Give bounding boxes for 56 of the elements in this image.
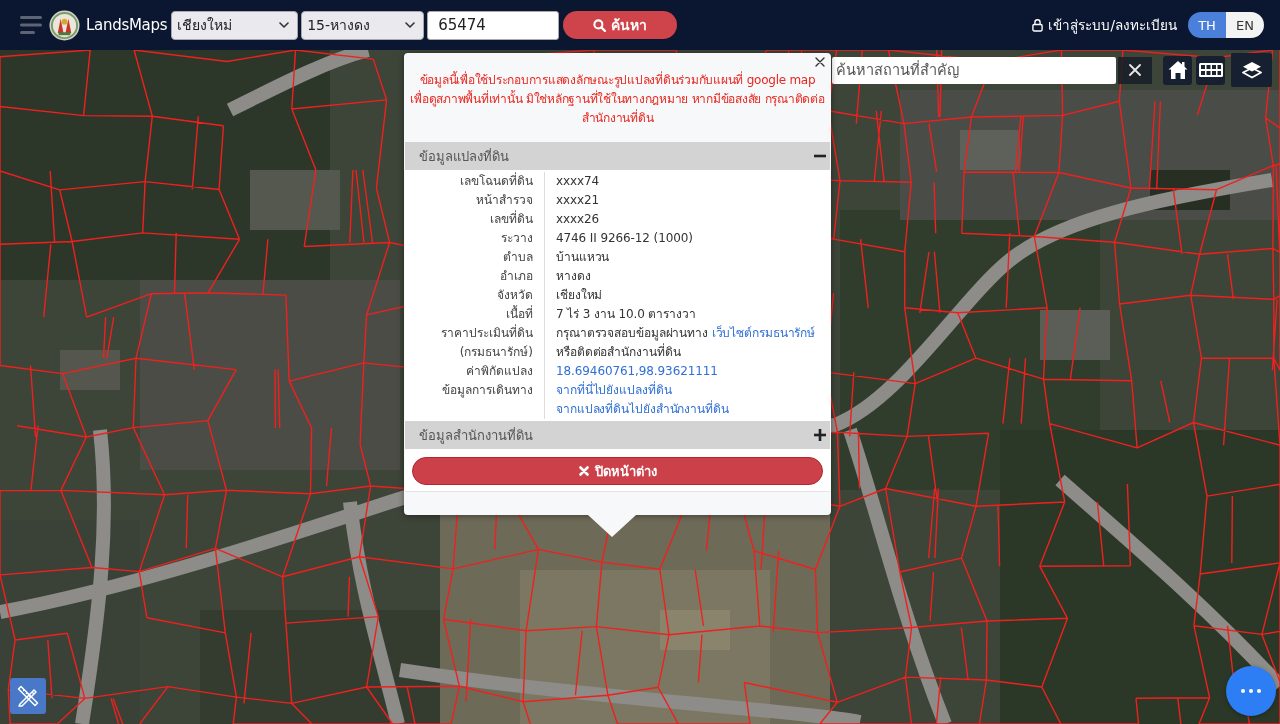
parcel-number-field[interactable]: 65474: [427, 10, 560, 40]
field-label: อำเภอ: [500, 269, 533, 283]
more-icon: [1241, 689, 1261, 693]
field-value: หางดง: [556, 268, 591, 285]
field-value: 4746 II 9266-12 (1000): [556, 230, 693, 247]
close-icon: [578, 466, 589, 476]
emblem-icon: [49, 9, 80, 41]
close-window-button[interactable]: ปิดหน้าต่าง: [412, 457, 823, 485]
layers-icon: [1241, 61, 1262, 79]
field-label: หน้าสำรวจ: [476, 193, 533, 207]
crossed-tools-icon: [17, 685, 39, 707]
field-label: เนื้อที่: [506, 307, 533, 321]
field-label: ข้อมูลการเดินทาง: [442, 383, 533, 397]
login-link[interactable]: เข้าสู่ระบบ/ลงทะเบียน: [1032, 14, 1177, 36]
home-button[interactable]: [1163, 55, 1192, 85]
close-icon[interactable]: [815, 57, 825, 67]
field-label: ค่าพิกัดแปลง: [466, 364, 533, 378]
field-value: xxxx26: [556, 211, 600, 228]
section-header[interactable]: ข้อมูลแปลงที่ดิน: [405, 142, 830, 170]
field-label: ระวาง: [501, 231, 533, 245]
field-value: กรุณาตรวจสอบข้อมูลผ่านทาง เว็บไซต์กรมธนารักษ์ หรือติดต่อสำนักงานที่ดิน: [556, 324, 817, 361]
clear-search-button[interactable]: [1118, 56, 1152, 84]
field-value: xxxx74: [556, 173, 600, 190]
field-value: xxxx21: [556, 192, 600, 209]
search-icon: [593, 18, 607, 32]
value-link[interactable]: 18.69460761,98.93621111: [556, 362, 718, 381]
place-search-field[interactable]: ค้นหาสถานที่สำคัญ: [832, 56, 1116, 84]
close-icon: [1129, 64, 1141, 76]
value-link[interactable]: เว็บไซต์กรมธนารักษ์: [711, 326, 816, 340]
menu-icon[interactable]: [20, 16, 42, 34]
field-value: 7 ไร่ 3 งาน 10.0 ตารางวา: [556, 306, 696, 323]
home-icon: [1167, 60, 1188, 80]
field-label: เลขโฉนดที่ดิน: [460, 174, 533, 188]
language-button[interactable]: EN: [1226, 12, 1264, 38]
field-label: เลขที่ดิน: [490, 212, 533, 226]
value-link[interactable]: จากแปลงที่ดินไปยังสำนักงานที่ดิน: [556, 400, 729, 419]
field-label: ตำบล: [503, 250, 533, 264]
value-link[interactable]: จากที่นี่ไปยังแปลงที่ดิน: [556, 381, 672, 400]
grid-button[interactable]: [1196, 55, 1225, 85]
province-select[interactable]: เชียงใหม่: [171, 10, 299, 40]
layers-button[interactable]: [1231, 53, 1272, 87]
field-value: เชียงใหม่: [556, 287, 603, 304]
section-header[interactable]: ข้อมูลสำนักงานที่ดิน: [405, 421, 830, 449]
field-value: บ้านแหวน: [556, 249, 610, 266]
brand-name: LandsMaps: [86, 16, 168, 34]
drawing-tools-button[interactable]: [10, 678, 46, 714]
field-label: จังหวัด: [497, 288, 533, 302]
search-button[interactable]: ค้นหา: [563, 11, 678, 39]
chevron-icon: [279, 22, 290, 28]
lock-icon: [1032, 18, 1044, 32]
grid-icon: [1198, 63, 1223, 77]
district-select[interactable]: 15-หางดง: [301, 10, 425, 40]
chevron-icon: [405, 22, 416, 28]
language-button[interactable]: TH: [1188, 12, 1226, 38]
field-label: ราคาประเมินที่ดิน (กรมธนารักษ์): [441, 326, 533, 359]
disclaimer-text: ข้อมูลนี้เพื่อใช้ประกอบการแสดงลักษณะรูปแปลงที่ดินร่วมกับแผนที่ google map เพื่อดูสภาพพื้นที่เท่านั้น มิใช่หลักฐานที่ใช้ในทางกฎหมาย หากมีข้อสงสัย กรุณาติดต่อสำนักงานที่ดิน: [409, 71, 826, 127]
